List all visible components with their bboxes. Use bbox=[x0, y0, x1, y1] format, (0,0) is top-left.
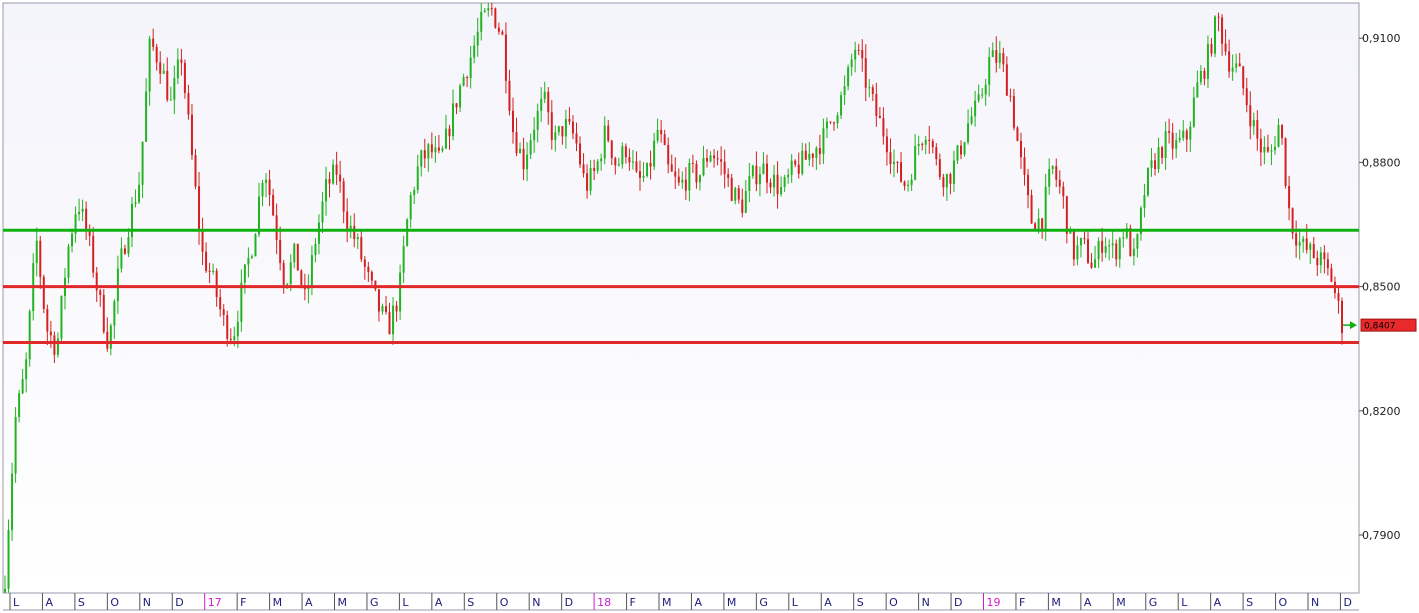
candle bbox=[406, 217, 409, 247]
candle bbox=[102, 289, 105, 334]
x-month-label: G bbox=[1149, 596, 1158, 609]
x-month-label: M bbox=[338, 596, 348, 609]
chart-canvas: 0,9100 0,8800 0,8500 0,8200 0,7900 L A S O N D 17 F… bbox=[2, 2, 1417, 611]
x-month-label: F bbox=[1019, 596, 1025, 609]
candle bbox=[28, 309, 31, 367]
candle bbox=[1146, 167, 1149, 198]
x-month-label: D bbox=[565, 596, 573, 609]
x-month-label: F bbox=[240, 596, 246, 609]
y-tick-label: 0,8500 bbox=[1362, 281, 1401, 294]
x-month-label: L bbox=[792, 596, 799, 609]
candle bbox=[14, 407, 17, 483]
x-month-label: D bbox=[954, 596, 962, 609]
y-tick-label: 0,7900 bbox=[1362, 529, 1401, 542]
x-month-label: A bbox=[435, 596, 443, 609]
x-month-label: M bbox=[1116, 596, 1126, 609]
x-month-label: S bbox=[467, 596, 474, 609]
x-month-label: F bbox=[630, 596, 636, 609]
x-month-label: O bbox=[110, 596, 119, 609]
plot-area bbox=[2, 2, 1360, 594]
candle bbox=[646, 162, 649, 178]
x-month-label: L bbox=[1181, 596, 1188, 609]
x-month-label: A bbox=[45, 596, 53, 609]
x-year-label: 18 bbox=[597, 596, 611, 609]
x-month-label: M bbox=[662, 596, 672, 609]
x-month-label: A bbox=[1084, 596, 1092, 609]
candle bbox=[183, 59, 186, 99]
x-month-label: D bbox=[1343, 596, 1351, 609]
x-axis: L A S O N D 17 F M A M G L A S O N D 18 F M A M G L A S O N D 19 F M A M G L… bbox=[3, 592, 1359, 611]
x-month-label: O bbox=[889, 596, 898, 609]
x-month-label: O bbox=[500, 596, 509, 609]
candle bbox=[296, 243, 299, 271]
candle bbox=[494, 7, 497, 29]
x-month-label: M bbox=[273, 596, 283, 609]
x-month-label: A bbox=[694, 596, 702, 609]
x-month-label: G bbox=[759, 596, 768, 609]
candlestick-chart: 0,9100 0,8800 0,8500 0,8200 0,7900 L A S O N D 17 F… bbox=[0, 0, 1419, 613]
x-month-label: M bbox=[727, 596, 737, 609]
x-month-label: S bbox=[857, 596, 864, 609]
x-month-label: L bbox=[13, 596, 20, 609]
candle bbox=[1214, 15, 1217, 58]
candle bbox=[1284, 137, 1287, 189]
x-month-label: A bbox=[1214, 596, 1222, 609]
last-price-label: 0,8407 bbox=[1364, 322, 1396, 332]
x-month-label: O bbox=[1279, 596, 1288, 609]
x-year-label: 17 bbox=[208, 596, 222, 609]
y-axis: 0,9100 0,8800 0,8500 0,8200 0,7900 bbox=[1359, 32, 1401, 542]
candle bbox=[42, 274, 45, 314]
x-month-label: A bbox=[305, 596, 313, 609]
x-month-label: G bbox=[370, 596, 379, 609]
x-month-label: N bbox=[143, 596, 151, 609]
x-year-label: 19 bbox=[987, 596, 1001, 609]
x-month-label: S bbox=[1246, 596, 1253, 609]
y-tick-label: 0,8200 bbox=[1362, 405, 1401, 418]
candle bbox=[11, 462, 14, 542]
x-month-label: M bbox=[1051, 596, 1061, 609]
x-month-label: L bbox=[402, 596, 409, 609]
x-month-label: N bbox=[532, 596, 540, 609]
x-month-label: N bbox=[922, 596, 930, 609]
x-month-label: S bbox=[78, 596, 85, 609]
candle bbox=[1016, 126, 1019, 142]
candle bbox=[60, 295, 63, 344]
x-month-label: D bbox=[175, 596, 183, 609]
candle bbox=[7, 519, 10, 593]
candle bbox=[67, 243, 70, 284]
candle bbox=[840, 91, 843, 119]
x-month-label: N bbox=[1311, 596, 1319, 609]
y-tick-label: 0,9100 bbox=[1362, 32, 1401, 45]
y-tick-label: 0,8800 bbox=[1362, 156, 1401, 169]
x-month-label: A bbox=[824, 596, 832, 609]
candle bbox=[254, 233, 257, 257]
